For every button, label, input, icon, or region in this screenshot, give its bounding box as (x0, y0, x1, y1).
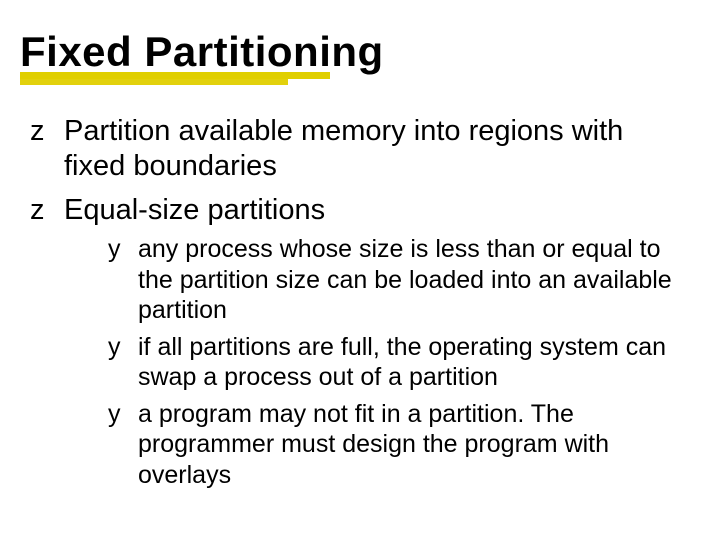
slide-title-text: Fixed Partitioning (20, 28, 384, 75)
bullet-marker: y (108, 332, 121, 363)
slide-title: Fixed Partitioning (20, 30, 384, 86)
bullet-marker: y (108, 399, 121, 430)
top-bullet-item: z Equal-size partitions y any process wh… (24, 193, 682, 490)
sub-bullet-item: y a program may not fit in a partition. … (108, 399, 682, 491)
slide-body: z Partition available memory into region… (20, 104, 692, 490)
slide: Fixed Partitioning z Partition available… (0, 0, 720, 540)
top-bullet-list: z Partition available memory into region… (24, 114, 682, 490)
sub-bullet-list: y any process whose size is less than or… (64, 234, 682, 490)
bullet-marker: y (108, 234, 121, 265)
bullet-text: Partition available memory into regions … (64, 115, 623, 182)
sub-bullet-item: y any process whose size is less than or… (108, 234, 682, 326)
bullet-text: any process whose size is less than or e… (138, 235, 672, 324)
sub-bullet-item: y if all partitions are full, the operat… (108, 332, 682, 393)
top-bullet-item: z Partition available memory into region… (24, 114, 682, 185)
title-underline-brush (20, 72, 384, 86)
bullet-marker: z (30, 114, 45, 149)
bullet-text: if all partitions are full, the operatin… (138, 333, 666, 392)
bullet-text: a program may not fit in a partition. Th… (138, 400, 609, 489)
bullet-marker: z (30, 193, 45, 228)
bullet-text: Equal-size partitions (64, 194, 325, 226)
